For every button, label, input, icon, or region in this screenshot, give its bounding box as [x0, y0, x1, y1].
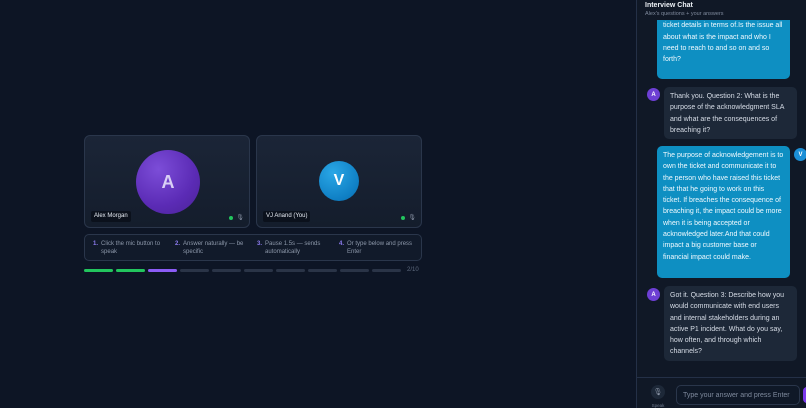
chat-input-bar: 🎙 Speak	[637, 377, 806, 408]
chat-subtitle: Alex's questions + your answers	[645, 11, 724, 17]
chat-header: Interview Chat Alex's questions + your a…	[645, 2, 724, 17]
hint-item: 1. Click the mic button to speak	[93, 240, 167, 255]
hint-item: 3. Pause 1.5s — sends automatically	[257, 240, 331, 255]
progress-segment	[276, 268, 305, 272]
progress-segment	[148, 268, 177, 272]
message-list[interactable]: production outage, I will check the tick…	[637, 20, 806, 375]
candidate-video-tile: V VJ Anand (You) 🎙	[256, 135, 422, 228]
speak-mic-icon: 🎙	[653, 389, 663, 396]
answer-input[interactable]	[676, 385, 800, 405]
interviewer-message: Thank you. Question 2: What is the purpo…	[664, 87, 797, 139]
progress-segment	[212, 268, 241, 272]
progress-segment	[244, 268, 273, 272]
interviewer-avatar-small: A	[647, 88, 660, 101]
hint-item: 4. Or type below and press Enter	[339, 240, 413, 255]
chat-panel: Interview Chat Alex's questions + your a…	[636, 0, 806, 408]
hint-number: 4.	[339, 241, 345, 247]
progress-count: 2/10	[407, 267, 419, 273]
hint-text: Or type below and press Enter	[347, 241, 413, 255]
video-stage: A Alex Morgan 🎙 V VJ Anand (You) 🎙 1. Cl…	[0, 0, 636, 408]
hint-text: Pause 1.5s — sends automatically	[265, 241, 321, 255]
hint-number: 3.	[257, 241, 263, 247]
progress-segment	[372, 268, 401, 272]
interviewer-message: Got it. Question 3: Describe how you wou…	[664, 286, 797, 361]
live-indicator	[229, 215, 234, 220]
hint-number: 1.	[93, 241, 99, 247]
progress-segment	[308, 268, 337, 272]
speak-button[interactable]: 🎙	[651, 385, 665, 399]
interviewer-name-tag: Alex Morgan	[91, 211, 131, 222]
progress-segment	[340, 268, 369, 272]
mic-icon: 🎙	[236, 215, 244, 221]
question-progress: 2/10	[84, 267, 422, 273]
hint-text: Answer naturally — be specific	[183, 241, 244, 255]
hint-text: Click the mic button to speak	[101, 241, 161, 255]
interviewer-video-tile: A Alex Morgan 🎙	[84, 135, 250, 228]
chat-title: Interview Chat	[645, 2, 693, 9]
hint-number: 2.	[175, 241, 181, 247]
interviewer-avatar: A	[136, 150, 200, 214]
candidate-name-tag: VJ Anand (You)	[263, 211, 311, 222]
progress-segment	[84, 268, 113, 272]
candidate-avatar-small: V	[794, 148, 806, 161]
candidate-mic-status: 🎙	[401, 214, 416, 221]
candidate-avatar: V	[319, 161, 359, 201]
progress-segment	[180, 268, 209, 272]
interviewer-avatar-small: A	[647, 288, 660, 301]
user-message: The purpose of acknowledgement is to own…	[657, 146, 790, 278]
instructions-bar: 1. Click the mic button to speak 2. Answ…	[84, 234, 422, 261]
live-indicator	[401, 215, 406, 220]
user-message: production outage, I will check the tick…	[657, 20, 790, 79]
interviewer-mic-status: 🎙	[229, 214, 244, 221]
speak-label: Speak	[651, 403, 665, 408]
hint-item: 2. Answer naturally — be specific	[175, 240, 249, 255]
progress-segment	[116, 268, 145, 272]
mic-icon: 🎙	[408, 215, 416, 221]
